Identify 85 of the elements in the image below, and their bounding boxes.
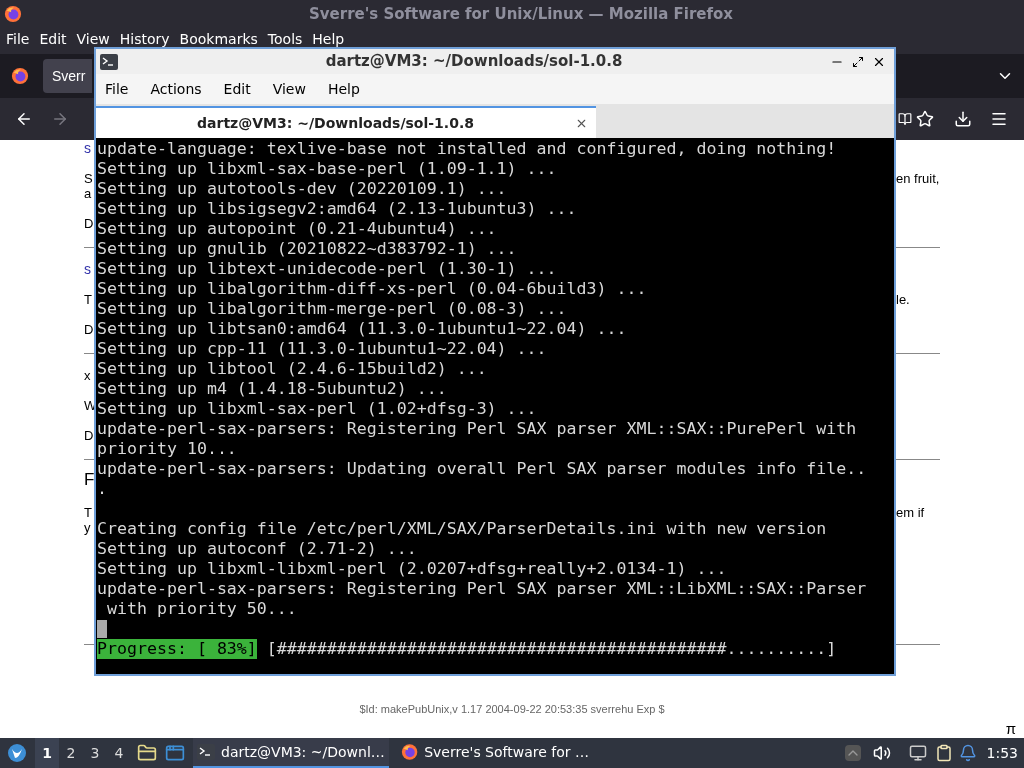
terminal-title: dartz@VM3: ~/Downloads/sol-1.0.8: [324, 51, 624, 73]
page-text: en fruit,: [896, 171, 940, 186]
window-title: Sverre's Software for Unix/Linux — Mozilla Firefox: [308, 3, 734, 25]
menu-item[interactable]: Edit: [39, 32, 67, 46]
window-icon[interactable]: [165, 743, 185, 763]
menu-item[interactable]: View: [272, 78, 306, 100]
terminal-line: Setting up autoconf (2.71-2) ...: [97, 539, 417, 558]
terminal-line: Setting up libtext-unidecode-perl (1.30-1) ...: [97, 259, 557, 278]
menu-item[interactable]: Edit: [223, 78, 251, 100]
terminal-line: update-perl-sax-parsers: Registering Perl SAX parser XML::SAX::PurePerl with: [97, 419, 857, 438]
terminal-tab[interactable]: dartz@VM3: ~/Downloads/sol-1.0.8: [96, 106, 596, 138]
clock[interactable]: 1:53: [986, 742, 1018, 764]
page-text: D: [84, 321, 94, 337]
terminal-line: update-perl-sax-parsers: Updating overall Perl SAX parser modules info file..: [97, 459, 867, 478]
menu-item[interactable]: File: [6, 32, 30, 46]
terminal-line: update-language: texlive-base not installed and configured, doing nothing!: [97, 139, 837, 158]
terminal-line: update-perl-sax-parsers: Registering Perl SAX parser XML::LibXML::SAX::Parser: [97, 579, 867, 598]
back-icon[interactable]: [15, 110, 33, 128]
clipboard-icon[interactable]: [934, 744, 953, 762]
text-cursor: [97, 620, 107, 638]
page-footer: $Id: makePubUnix,v 1.17 2004-09-22 20:53:35 sverrehu Exp $: [359, 703, 665, 716]
page-text: D: [84, 428, 94, 443]
terminal-line: Setting up libxml-sax-base-perl (1.09-1.1) ...: [97, 159, 557, 178]
terminal-line: Setting up gnulib (20210822~d383792-1) ...: [97, 239, 517, 258]
page-text: a: [84, 186, 92, 201]
terminal-line: Setting up autopoint (0.21-4ubuntu4) ...: [97, 219, 497, 238]
workspace-button[interactable]: 1: [35, 738, 59, 768]
terminal-line: Setting up libalgorithm-merge-perl (0.08-3) ...: [97, 299, 567, 318]
maximize-icon[interactable]: [852, 55, 864, 68]
menu-item[interactable]: File: [105, 78, 129, 100]
menu-item[interactable]: Tools: [267, 32, 303, 46]
terminal-line: .: [97, 479, 107, 498]
start-menu-icon[interactable]: [7, 743, 27, 763]
menu-item[interactable]: Help: [312, 32, 345, 46]
page-text: x: [84, 368, 91, 383]
page-link[interactable]: s: [84, 140, 91, 156]
terminal-line: Setting up autotools-dev (20220109.1) ...: [97, 179, 507, 198]
notification-icon[interactable]: [958, 744, 977, 762]
page-link[interactable]: s: [84, 260, 91, 277]
taskbar-button[interactable]: dartz@VM3: ~/Downl…: [193, 738, 389, 768]
menu-item[interactable]: History: [119, 32, 170, 46]
terminal-line: with priority 50...: [106, 599, 297, 618]
download-icon[interactable]: [954, 110, 972, 128]
taskbar-button[interactable]: Sverre's Software for …: [397, 738, 593, 768]
terminal-line: Setting up m4 (1.4.18-5ubuntu2) ...: [97, 379, 447, 398]
terminal-line: Setting up libxml-libxml-perl (2.0207+dfsg+really+2.0134-1) ...: [97, 559, 727, 578]
menu-item[interactable]: Actions: [150, 78, 202, 100]
forward-icon[interactable]: [51, 110, 69, 128]
page-text: T: [84, 291, 92, 307]
workspace-button[interactable]: 3: [83, 738, 107, 768]
terminal-line: Creating config file /etc/perl/XML/SAX/ParserDetails.ini with new version: [97, 519, 827, 538]
terminal-line: Setting up libtool (2.4.6-15build2) ...: [97, 359, 487, 378]
terminal-line: priority 10...: [97, 439, 237, 458]
progress-text: [#############################################..........]: [266, 639, 837, 659]
terminal-line: Setting up libtsan0:amd64 (11.3.0-1ubuntu1~22.04) ...: [97, 319, 627, 338]
reader-icon[interactable]: [898, 112, 912, 126]
page-text: S: [84, 171, 93, 186]
page-text: em if: [896, 504, 925, 520]
page-text: D: [84, 216, 94, 231]
page-text: y: [84, 519, 91, 535]
workspace-button[interactable]: 2: [59, 738, 83, 768]
fox-globe-icon: [4, 5, 22, 23]
browser-tab[interactable]: Sverr: [43, 59, 92, 93]
fox-globe-icon: [11, 67, 29, 85]
tray-expand-icon[interactable]: [844, 745, 861, 761]
terminal-icon: [100, 53, 118, 70]
menu-item[interactable]: Bookmarks: [179, 32, 258, 46]
fox-globe-icon: [401, 742, 419, 762]
terminal-line: Setting up libalgorithm-diff-xs-perl (0.04-6build3) ...: [97, 279, 647, 298]
terminal-line: Setting up cpp-11 (11.3.0-1ubuntu1~22.04) ...: [97, 339, 547, 358]
page-text: le.: [896, 291, 910, 307]
page-text: T: [84, 504, 92, 520]
menu-item[interactable]: Help: [327, 78, 360, 100]
page-heading: F: [84, 469, 95, 489]
workspace-button[interactable]: 4: [107, 738, 131, 768]
menu-icon[interactable]: [990, 110, 1008, 128]
terminal-line: Setting up libsigsegv2:amd64 (2.13-1ubuntu3) ...: [97, 199, 577, 218]
file-manager-icon[interactable]: [137, 743, 157, 763]
menu-item[interactable]: View: [76, 32, 110, 46]
bookmark-star-icon[interactable]: [916, 110, 934, 128]
progress-label: Progress: [ 83%]: [97, 639, 257, 659]
network-icon[interactable]: [908, 744, 927, 762]
volume-icon[interactable]: [872, 744, 891, 762]
page-symbol: π: [1005, 720, 1016, 738]
terminal-line: Setting up libxml-sax-perl (1.02+dfsg-3) ...: [97, 399, 537, 418]
